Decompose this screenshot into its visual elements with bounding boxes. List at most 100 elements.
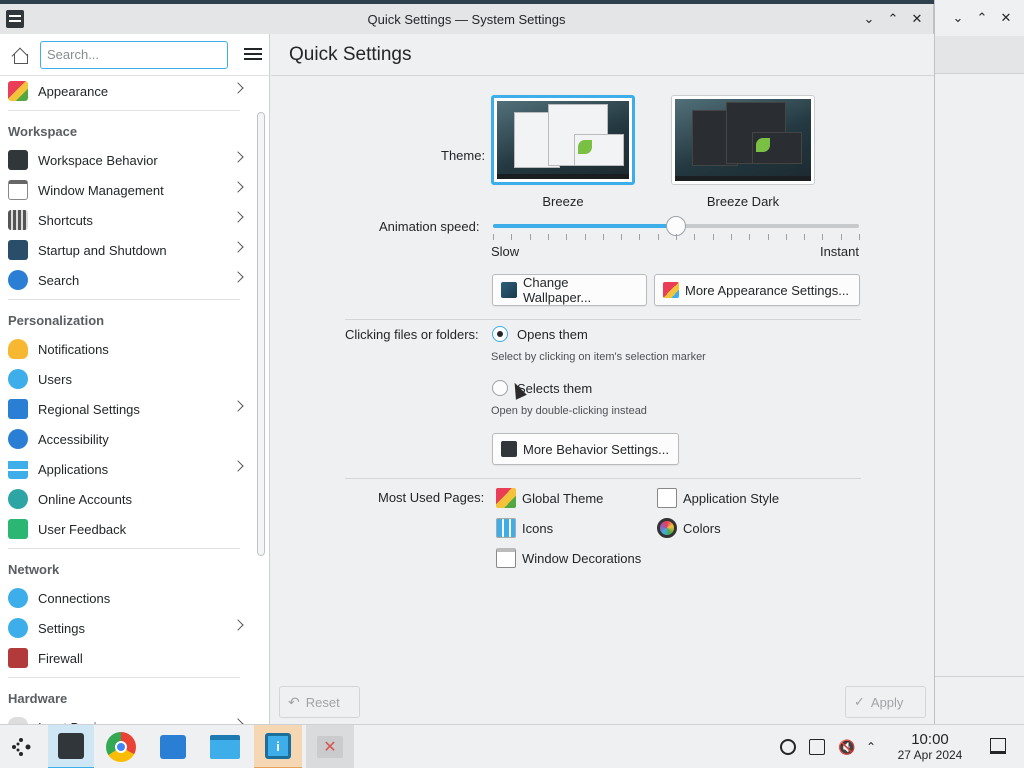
slider-handle[interactable] xyxy=(666,216,686,236)
slider-tick xyxy=(511,234,513,240)
sidebar-item-label: Appearance xyxy=(38,83,109,99)
bg-maximize-icon[interactable]: ⌃ xyxy=(974,10,990,26)
minimize-icon[interactable]: ⌄ xyxy=(861,11,877,27)
more-behavior-settings-button[interactable]: More Behavior Settings... xyxy=(492,433,679,465)
chevron-right-icon xyxy=(232,82,244,94)
slider-fill xyxy=(493,224,676,228)
taskbar-file-manager[interactable] xyxy=(204,725,246,768)
slider-tick xyxy=(730,234,732,240)
sidebar-item-label: Connections xyxy=(38,590,111,606)
global-theme-icon xyxy=(496,488,516,508)
reset-icon: ↶ xyxy=(288,693,300,710)
sidebar-item-connections[interactable]: Connections xyxy=(0,583,256,613)
sidebar-item-settings[interactable]: Settings xyxy=(0,613,256,643)
taskbar-discover[interactable] xyxy=(152,725,194,768)
theme-name-breeze[interactable]: Breeze xyxy=(491,194,635,209)
sidebar-item-applications[interactable]: Applications xyxy=(0,454,256,484)
most-used-icons[interactable]: Icons xyxy=(496,518,553,538)
sidebar-item-startup-and-shutdown[interactable]: Startup and Shutdown xyxy=(0,235,256,265)
maximize-icon[interactable]: ⌃ xyxy=(885,11,901,27)
search-input[interactable] xyxy=(40,40,228,69)
sidebar-section-personalization: Personalization xyxy=(8,313,105,328)
firewall-icon xyxy=(8,648,28,668)
sidebar-item-input-devices[interactable]: Input Devices xyxy=(0,712,256,724)
clock[interactable]: 10:00 27 Apr 2024 xyxy=(892,731,968,762)
sidebar-scrollbar[interactable] xyxy=(257,112,265,556)
sidebar-item-appearance[interactable]: Appearance xyxy=(0,76,256,106)
change-wallpaper-button[interactable]: Change Wallpaper... xyxy=(492,274,647,306)
theme-thumbnail-breeze[interactable] xyxy=(491,95,635,185)
sidebar-item-users[interactable]: Users xyxy=(0,364,256,394)
most-used-colors[interactable]: Colors xyxy=(657,518,721,538)
selects-them-hint: Open by double-clicking instead xyxy=(491,405,647,417)
sidebar-item-workspace-behavior[interactable]: Workspace Behavior xyxy=(0,145,256,175)
sidebar-item-user-feedback[interactable]: User Feedback xyxy=(0,514,256,544)
taskbar-system-settings[interactable] xyxy=(48,725,94,768)
application-launcher-icon[interactable] xyxy=(0,725,42,768)
show-hidden-icons-chevron-icon[interactable]: ⌃ xyxy=(866,739,882,755)
sidebar-item-notifications[interactable]: Notifications xyxy=(0,334,256,364)
close-icon[interactable]: ✕ xyxy=(909,11,925,27)
apply-button[interactable]: ✓ Apply xyxy=(845,686,926,718)
opens-them-label[interactable]: Opens them xyxy=(517,327,588,342)
sidebar-item-label: Startup and Shutdown xyxy=(38,242,167,258)
clipboard-tray-icon[interactable] xyxy=(809,739,825,755)
application-style-icon xyxy=(657,488,677,508)
sidebar-item-accessibility[interactable]: Accessibility xyxy=(0,424,256,454)
most-used-application-style[interactable]: Application Style xyxy=(657,488,779,508)
shortcuts-icon xyxy=(8,210,28,230)
sidebar-header xyxy=(0,34,269,76)
slider-max-label: Instant xyxy=(819,244,859,259)
home-icon[interactable] xyxy=(10,45,30,65)
bg-minimize-icon[interactable]: ⌄ xyxy=(950,10,966,26)
taskbar-other-app[interactable]: ✕ xyxy=(306,725,354,768)
bg-close-icon[interactable]: ✕ xyxy=(998,10,1014,26)
more-appearance-settings-button[interactable]: More Appearance Settings... xyxy=(654,274,860,306)
most-used-pages-label: Most Used Pages: xyxy=(378,490,485,505)
sidebar-item-online-accounts[interactable]: Online Accounts xyxy=(0,484,256,514)
opens-them-hint: Select by clicking on item's selection m… xyxy=(491,351,706,363)
connections-icon xyxy=(8,588,28,608)
system-settings-window: Quick Settings — System Settings ⌄ ⌃ ✕ A… xyxy=(0,4,934,724)
updates-tray-icon[interactable] xyxy=(780,739,796,755)
window-titlebar[interactable]: Quick Settings — System Settings ⌄ ⌃ ✕ xyxy=(0,4,933,34)
clock-time: 10:00 xyxy=(911,731,949,748)
reset-button[interactable]: ↶ Reset xyxy=(279,686,360,718)
sidebar-section-network: Network xyxy=(8,562,60,577)
theme-name-breeze-dark[interactable]: Breeze Dark xyxy=(671,194,815,209)
hamburger-menu-icon[interactable] xyxy=(244,47,262,62)
sidebar-item-firewall[interactable]: Firewall xyxy=(0,643,256,673)
chevron-right-icon xyxy=(232,241,244,253)
input-devices-icon xyxy=(8,717,28,724)
most-used-global-theme[interactable]: Global Theme xyxy=(496,488,603,508)
selects-them-label[interactable]: Selects them xyxy=(517,381,592,396)
slider-tick xyxy=(602,234,604,240)
taskbar-info-center[interactable]: i xyxy=(254,725,302,768)
appearance-icon xyxy=(8,81,28,101)
selects-them-radio[interactable] xyxy=(492,380,508,396)
clock-date: 27 Apr 2024 xyxy=(897,748,963,762)
applications-icon xyxy=(8,459,28,479)
sidebar-section-hardware: Hardware xyxy=(8,691,68,706)
show-desktop-icon[interactable] xyxy=(990,738,1006,754)
sidebar-item-regional-settings[interactable]: Regional Settings xyxy=(0,394,256,424)
sidebar-item-label: Applications xyxy=(38,461,109,477)
sidebar-item-label: Accessibility xyxy=(38,431,109,447)
background-window[interactable]: ⌄ ⌃ ✕ xyxy=(934,0,1024,724)
animation-speed-slider[interactable] xyxy=(493,216,859,236)
change-wallpaper-label: Change Wallpaper... xyxy=(523,275,592,305)
most-used-window-decorations[interactable]: Window Decorations xyxy=(496,548,641,568)
volume-muted-tray-icon[interactable]: 🔇 xyxy=(838,739,855,755)
chevron-right-icon xyxy=(232,400,244,412)
sidebar-item-search[interactable]: Search xyxy=(0,265,256,295)
slider-tick xyxy=(657,234,659,240)
icons-icon xyxy=(496,518,516,538)
slider-tick xyxy=(785,234,787,240)
sidebar-item-label: Firewall xyxy=(38,650,83,666)
sidebar-item-shortcuts[interactable]: Shortcuts xyxy=(0,205,256,235)
opens-them-radio[interactable] xyxy=(492,326,508,342)
sidebar-item-label: Online Accounts xyxy=(38,491,132,507)
theme-thumbnail-breeze-dark[interactable] xyxy=(671,95,815,185)
sidebar-item-window-management[interactable]: Window Management xyxy=(0,175,256,205)
taskbar-chrome[interactable] xyxy=(100,725,142,768)
